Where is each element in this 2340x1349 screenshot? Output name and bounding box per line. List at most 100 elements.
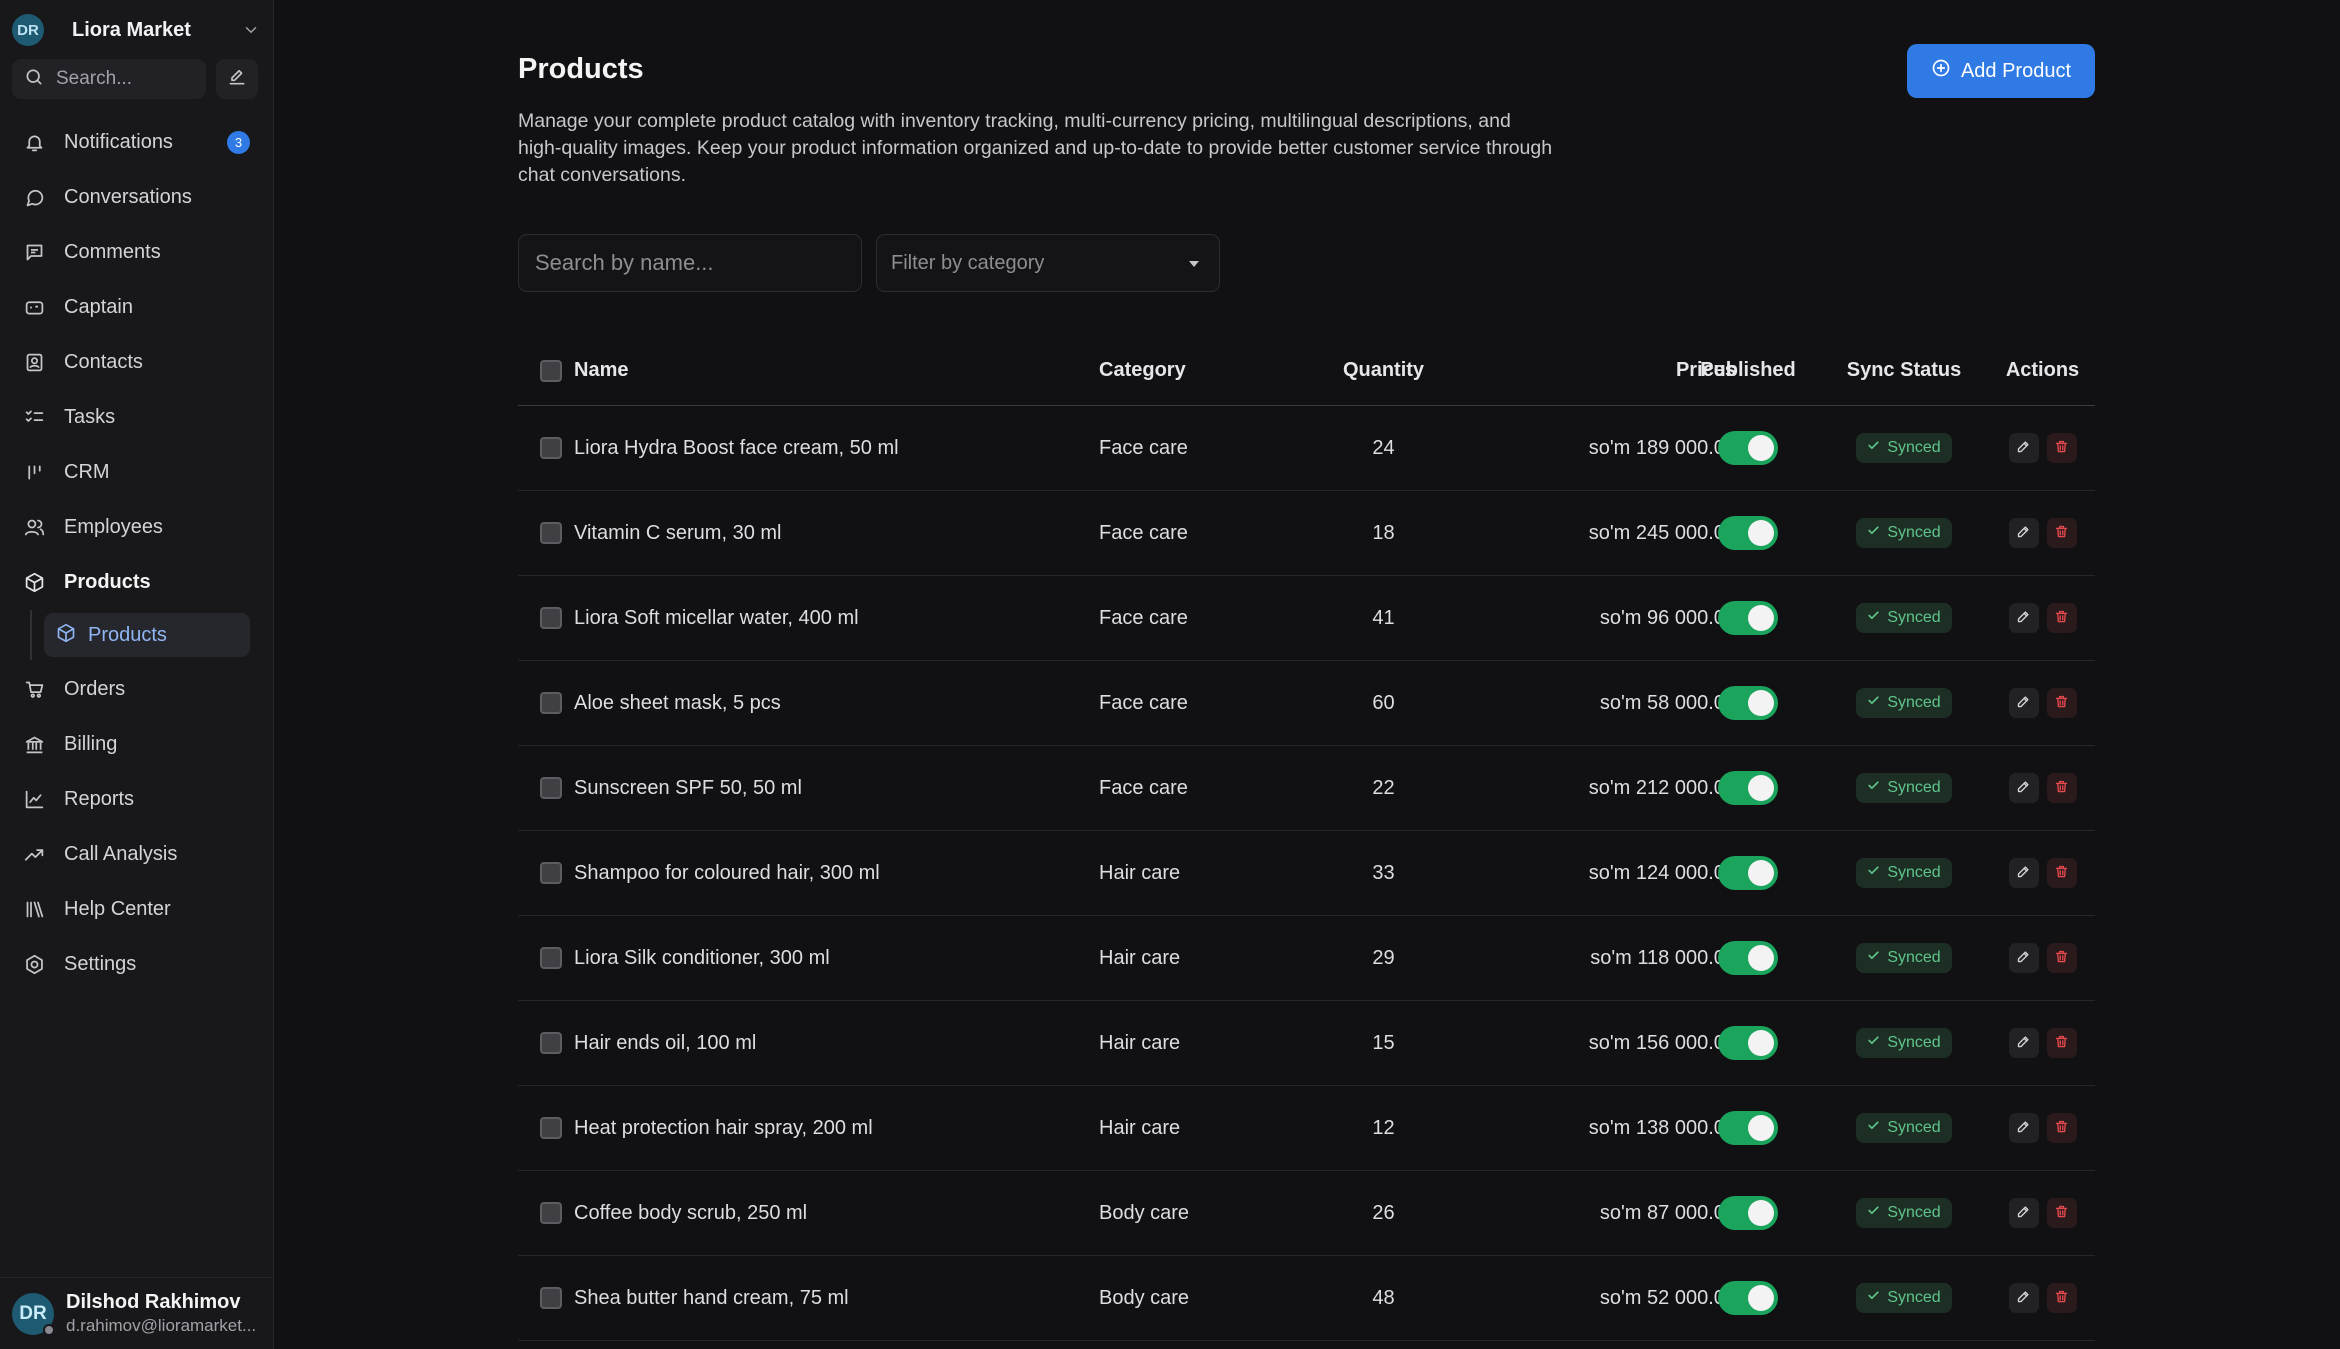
row-checkbox[interactable] xyxy=(540,1202,562,1224)
sidebar-item-comments[interactable]: Comments xyxy=(10,225,264,280)
sidebar-item-reports[interactable]: Reports xyxy=(10,772,264,827)
published-toggle[interactable] xyxy=(1718,1196,1778,1230)
published-toggle[interactable] xyxy=(1718,686,1778,720)
table-row[interactable]: Aloe sheet mask, 5 pcs Face care 60 so'm 58… xyxy=(518,661,2095,746)
pencil-icon xyxy=(2016,522,2031,545)
delete-button[interactable] xyxy=(2046,943,2077,973)
table-row[interactable]: Coffee body scrub, 250 ml Body care 26 so'm… xyxy=(518,1171,2095,1256)
select-all-checkbox[interactable] xyxy=(540,359,562,382)
column-header-sync-status[interactable]: Sync Status xyxy=(1818,336,1990,405)
table-row[interactable]: Liora Silk conditioner, 300 ml Hair care 2… xyxy=(518,916,2095,1001)
sidebar-item-captain[interactable]: Captain xyxy=(10,280,264,335)
row-checkbox[interactable] xyxy=(540,862,562,884)
edit-button[interactable] xyxy=(2008,943,2039,973)
delete-button[interactable] xyxy=(2046,518,2077,548)
user-profile-card[interactable]: DR Dilshod Rakhimov d.rahimov@lioramarke… xyxy=(0,1277,274,1349)
published-toggle[interactable] xyxy=(1718,856,1778,890)
published-toggle[interactable] xyxy=(1718,941,1778,975)
table-row[interactable]: Vitamin C serum, 30 ml Face care 18 so'm 24… xyxy=(518,491,2095,576)
compose-button[interactable] xyxy=(216,59,258,99)
edit-button[interactable] xyxy=(2008,688,2039,718)
published-toggle[interactable] xyxy=(1718,771,1778,805)
category-filter-value: Filter by category xyxy=(891,251,1045,274)
sync-status-badge: Synced xyxy=(1856,858,1952,888)
edit-button[interactable] xyxy=(2008,433,2039,463)
edit-button[interactable] xyxy=(2008,603,2039,633)
sidebar-item-notifications[interactable]: Notifications 3 xyxy=(10,115,264,170)
table-row[interactable]: Sunscreen SPF 50, 50 ml Face care 22 so'm 2… xyxy=(518,746,2095,831)
sidebar-item-tasks[interactable]: Tasks xyxy=(10,390,264,445)
sidebar-item-label: Notifications xyxy=(64,131,173,153)
row-checkbox[interactable] xyxy=(540,607,562,629)
sidebar-subitem-products[interactable]: Products xyxy=(44,613,250,657)
sidebar-item-crm[interactable]: CRM xyxy=(10,445,264,500)
edit-button[interactable] xyxy=(2008,1113,2039,1143)
delete-button[interactable] xyxy=(2046,1283,2077,1313)
table-row[interactable]: Hair ends oil, 100 ml Hair care 15 so'm 156… xyxy=(518,1001,2095,1086)
sidebar-item-conversations[interactable]: Conversations xyxy=(10,170,264,225)
sidebar-item-orders[interactable]: Orders xyxy=(10,662,264,717)
sidebar-item-billing[interactable]: Billing xyxy=(10,717,264,772)
row-checkbox[interactable] xyxy=(540,437,562,459)
cart-icon xyxy=(22,678,46,702)
trash-icon xyxy=(2054,1202,2069,1225)
published-toggle[interactable] xyxy=(1718,516,1778,550)
row-checkbox[interactable] xyxy=(540,692,562,714)
sidebar-item-settings[interactable]: Settings xyxy=(10,937,264,992)
delete-button[interactable] xyxy=(2046,603,2077,633)
edit-button[interactable] xyxy=(2008,858,2039,888)
published-toggle[interactable] xyxy=(1718,1111,1778,1145)
delete-button[interactable] xyxy=(2046,1113,2077,1143)
row-checkbox[interactable] xyxy=(540,777,562,799)
delete-button[interactable] xyxy=(2046,773,2077,803)
sidebar-item-help-center[interactable]: Help Center xyxy=(10,882,264,937)
row-checkbox[interactable] xyxy=(540,1032,562,1054)
edit-button[interactable] xyxy=(2008,1283,2039,1313)
sync-status-badge: Synced xyxy=(1856,773,1952,803)
product-category: Body care xyxy=(1099,1201,1190,1224)
check-icon xyxy=(1867,1119,1880,1137)
row-checkbox[interactable] xyxy=(540,522,562,544)
column-header-published[interactable]: Published xyxy=(1678,336,1818,405)
delete-button[interactable] xyxy=(2046,1198,2077,1228)
published-toggle[interactable] xyxy=(1718,601,1778,635)
delete-button[interactable] xyxy=(2046,433,2077,463)
product-search-input[interactable]: Search by name... xyxy=(518,234,862,292)
row-checkbox[interactable] xyxy=(540,1287,562,1309)
table-row[interactable]: Liora Soft micellar water, 400 ml Face ca… xyxy=(518,576,2095,661)
table-row[interactable]: Shea butter hand cream, 75 ml Body care 48… xyxy=(518,1256,2095,1341)
product-category: Face care xyxy=(1099,691,1188,714)
product-category: Hair care xyxy=(1099,946,1181,969)
table-row[interactable]: Heat protection hair spray, 200 ml Hair c… xyxy=(518,1086,2095,1171)
edit-button[interactable] xyxy=(2008,1198,2039,1228)
bank-icon xyxy=(22,733,46,757)
workspace-switcher[interactable]: DR Liora Market xyxy=(12,12,262,48)
column-header-name[interactable]: Name xyxy=(574,336,628,405)
row-checkbox[interactable] xyxy=(540,1117,562,1139)
sidebar-item-products[interactable]: Products xyxy=(10,555,264,610)
product-category: Body care xyxy=(1099,1286,1190,1309)
sync-status-label: Synced xyxy=(1887,864,1941,881)
published-toggle[interactable] xyxy=(1718,1281,1778,1315)
delete-button[interactable] xyxy=(2046,688,2077,718)
sidebar-item-contacts[interactable]: Contacts xyxy=(10,335,264,390)
table-row[interactable]: Shampoo for coloured hair, 300 ml Hair ca… xyxy=(518,831,2095,916)
check-icon xyxy=(1867,949,1880,967)
row-checkbox[interactable] xyxy=(540,947,562,969)
published-toggle[interactable] xyxy=(1718,431,1778,465)
product-name: Liora Silk conditioner, 300 ml xyxy=(574,946,830,969)
edit-button[interactable] xyxy=(2008,773,2039,803)
category-filter-select[interactable]: Filter by category xyxy=(876,234,1220,292)
published-toggle[interactable] xyxy=(1718,1026,1778,1060)
edit-button[interactable] xyxy=(2008,518,2039,548)
sidebar-search[interactable]: Search... xyxy=(12,59,206,99)
edit-button[interactable] xyxy=(2008,1028,2039,1058)
sync-status-badge: Synced xyxy=(1856,518,1952,548)
sidebar-item-call-analysis[interactable]: Call Analysis xyxy=(10,827,264,882)
table-row[interactable]: Liora Hydra Boost face cream, 50 ml Face … xyxy=(518,406,2095,491)
sidebar-item-employees[interactable]: Employees xyxy=(10,500,264,555)
column-header-category[interactable]: Category xyxy=(1099,336,1186,405)
add-product-button[interactable]: Add Product xyxy=(1907,44,2095,98)
delete-button[interactable] xyxy=(2046,858,2077,888)
delete-button[interactable] xyxy=(2046,1028,2077,1058)
